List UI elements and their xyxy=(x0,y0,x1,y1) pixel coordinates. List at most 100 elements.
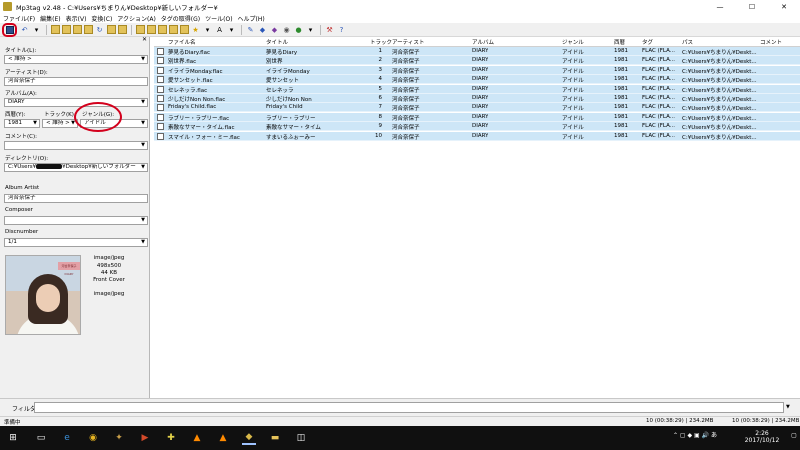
star-icon[interactable]: ★ xyxy=(190,24,201,35)
col-comment[interactable]: コメント xyxy=(760,38,782,46)
comment-field[interactable]: ▼ xyxy=(4,141,148,150)
tag-to-tag-icon[interactable] xyxy=(169,25,178,34)
comment-label: コメント(C): xyxy=(5,134,37,140)
musicbrainz-icon[interactable]: ◆ xyxy=(269,24,280,35)
cell-title: 素敵なサマー・タイム xyxy=(266,125,321,132)
album-field[interactable]: DIARY ▼ xyxy=(4,98,148,107)
title-bar: Mp3tag v2.48 - C:¥Users¥ちまりん¥Desktop¥新しい… xyxy=(0,0,800,13)
paste-icon[interactable] xyxy=(118,25,127,34)
chrome-icon[interactable]: ◉ xyxy=(86,431,100,445)
edit-icon[interactable]: ✎ xyxy=(245,24,256,35)
album-artist-field[interactable]: 河合奈保子 xyxy=(4,194,148,203)
tag-to-filename-icon[interactable] xyxy=(136,25,145,34)
menu-tools[interactable]: ツール(O) xyxy=(205,14,232,23)
refresh-icon[interactable]: ↻ xyxy=(94,24,105,35)
minimize-button[interactable]: — xyxy=(704,0,736,13)
table-row[interactable]: ラブリー・ラブリー.flac ラブリー・ラブリー 8 河合奈保子 DIARY アイドル 19… xyxy=(154,112,800,122)
col-album[interactable]: アルバム xyxy=(472,38,494,46)
cover-art[interactable]: 河合奈保子 DIARY xyxy=(5,255,81,335)
table-row[interactable]: 別世界.flac 別世界 2 河合奈保子 DIARY アイドル 1981 FLAC (FLA.… xyxy=(154,56,800,66)
notification-icon[interactable]: ▢ xyxy=(790,432,798,439)
cell-year: 1981 xyxy=(614,132,628,139)
composer-field[interactable]: ▼ xyxy=(4,216,148,225)
cell-year: 1981 xyxy=(614,66,628,73)
flac-file-icon xyxy=(157,48,164,55)
freedb-icon[interactable]: ◆ xyxy=(257,24,268,35)
menu-help[interactable]: ヘルプ(H) xyxy=(238,14,265,23)
table-row[interactable]: イライラMonday.flac イライラMonday 3 河合奈保子 DIARY アイドル… xyxy=(154,65,800,75)
maximize-button[interactable]: ☐ xyxy=(736,0,768,13)
save-button[interactable] xyxy=(2,22,17,37)
cell-genre: アイドル xyxy=(562,97,584,103)
explorer-icon[interactable]: ▬ xyxy=(268,431,282,445)
col-filename[interactable]: ファイル名 xyxy=(168,38,196,46)
help-icon[interactable]: ? xyxy=(336,24,347,35)
cell-title: 夢見るDiary xyxy=(266,50,298,56)
tools-icon[interactable]: ⚒ xyxy=(324,24,335,35)
artist-field[interactable]: 河合奈保子 xyxy=(4,77,148,86)
tray-icons[interactable]: ⌃ ▢ ◆ ▣ 🔊 あ xyxy=(665,430,725,439)
chevron-down-icon[interactable]: ▼ xyxy=(786,404,790,410)
copy-icon[interactable] xyxy=(107,25,116,34)
table-row[interactable]: スマイル・フォー・ミー.flac すまいるふぉーみー 10 河合奈保子 DIARY アイド… xyxy=(154,131,800,141)
filename-to-tag-icon[interactable] xyxy=(147,25,156,34)
dropdown-icon[interactable]: ▾ xyxy=(31,24,42,35)
menu-edit[interactable]: 編集(E) xyxy=(40,14,60,23)
app-icon-3[interactable]: ✚ xyxy=(164,431,178,445)
case-convert-icon[interactable]: A xyxy=(214,24,225,35)
dropdown-icon[interactable]: ▾ xyxy=(226,24,237,35)
table-row[interactable]: 夢見るDiary.flac 夢見るDiary 1 河合奈保子 DIARY アイドル 1981… xyxy=(154,47,800,56)
discogs-icon[interactable]: ◉ xyxy=(281,24,292,35)
close-button[interactable]: ✕ xyxy=(768,0,800,13)
add-folder-icon[interactable] xyxy=(62,25,71,34)
start-icon[interactable]: ⊞ xyxy=(6,431,20,445)
open-folder-icon[interactable] xyxy=(51,25,60,34)
col-genre[interactable]: ジャンル xyxy=(562,38,584,46)
menu-convert[interactable]: 変換(C) xyxy=(91,14,112,23)
menu-view[interactable]: 表示(V) xyxy=(66,14,87,23)
clock[interactable]: 2:26 2017/10/12 xyxy=(732,430,792,444)
menu-tag-sources[interactable]: タグの取得(G) xyxy=(161,14,200,23)
col-title[interactable]: タイトル xyxy=(266,38,288,46)
directory-value: C:¥Users¥ xyxy=(8,164,37,170)
col-track[interactable]: トラック xyxy=(370,38,392,46)
year-field[interactable]: 1981 ▼ xyxy=(4,119,40,128)
col-artist[interactable]: アーティスト xyxy=(392,38,424,46)
filter-input[interactable] xyxy=(34,402,784,413)
col-year[interactable]: 西暦 xyxy=(614,38,625,46)
file-list[interactable]: ファイル名 タイトル トラック アーティスト アルバム ジャンル 西暦 タグ パ… xyxy=(154,37,800,398)
edge-icon[interactable]: e xyxy=(60,431,74,445)
action-icon[interactable]: ▾ xyxy=(202,24,213,35)
discnumber-field[interactable]: 1/1 ▼ xyxy=(4,238,148,247)
col-tag[interactable]: タグ xyxy=(642,38,653,46)
cell-year: 1981 xyxy=(614,123,628,130)
title-field[interactable]: < 維持 > ▼ xyxy=(4,55,148,64)
table-row[interactable]: セレネッラ.flac セレネッラ 5 河合奈保子 DIARY アイドル 1981 FLAC (… xyxy=(154,84,800,94)
table-row[interactable]: 素敵なサマー・タイム.flac 素敵なサマー・タイム 9 河合奈保子 DIARY アイドル… xyxy=(154,122,800,132)
col-path[interactable]: パス xyxy=(682,38,693,46)
track-field[interactable]: < 維持 > ▼ xyxy=(42,119,78,128)
table-row[interactable]: Friday's Child.flac Friday's Child 7 河合奈保子 D… xyxy=(154,103,800,113)
undo-icon[interactable]: ↶ xyxy=(19,24,30,35)
app-icon-1[interactable]: ✦ xyxy=(112,431,126,445)
vlc-icon-2[interactable]: ▲ xyxy=(216,431,230,445)
amazon-icon[interactable]: ● xyxy=(293,24,304,35)
dropdown-icon[interactable]: ▾ xyxy=(305,24,316,35)
playlist-icon[interactable] xyxy=(84,25,93,34)
app-icon-4[interactable]: ◫ xyxy=(294,431,308,445)
menu-file[interactable]: ファイル(F) xyxy=(3,14,35,23)
cell-track: 5 xyxy=(378,85,383,92)
chevron-down-icon: ▼ xyxy=(33,120,37,126)
folder-icon[interactable] xyxy=(73,25,82,34)
table-row[interactable]: 愛サンセット.flac 愛サンセット 4 河合奈保子 DIARY アイドル 1981 FLAC… xyxy=(154,75,800,85)
app-icon-2[interactable]: ▶ xyxy=(138,431,152,445)
task-view-icon[interactable]: ▭ xyxy=(34,431,48,445)
panel-close-icon[interactable]: ✕ xyxy=(0,37,149,43)
mp3tag-task-icon[interactable]: ◆ xyxy=(242,431,256,445)
export-icon[interactable] xyxy=(180,25,189,34)
vlc-icon[interactable]: ▲ xyxy=(190,431,204,445)
table-row[interactable]: 少しだけNon Non.flac 少しだけNon Non 6 河合奈保子 DIARY アイ… xyxy=(154,94,800,103)
menu-action[interactable]: アクション(A) xyxy=(117,14,156,23)
text-to-tag-icon[interactable] xyxy=(158,25,167,34)
directory-field[interactable]: C:¥Users¥ ¥Desktop¥新しいフォルダー ▼ xyxy=(4,163,148,172)
